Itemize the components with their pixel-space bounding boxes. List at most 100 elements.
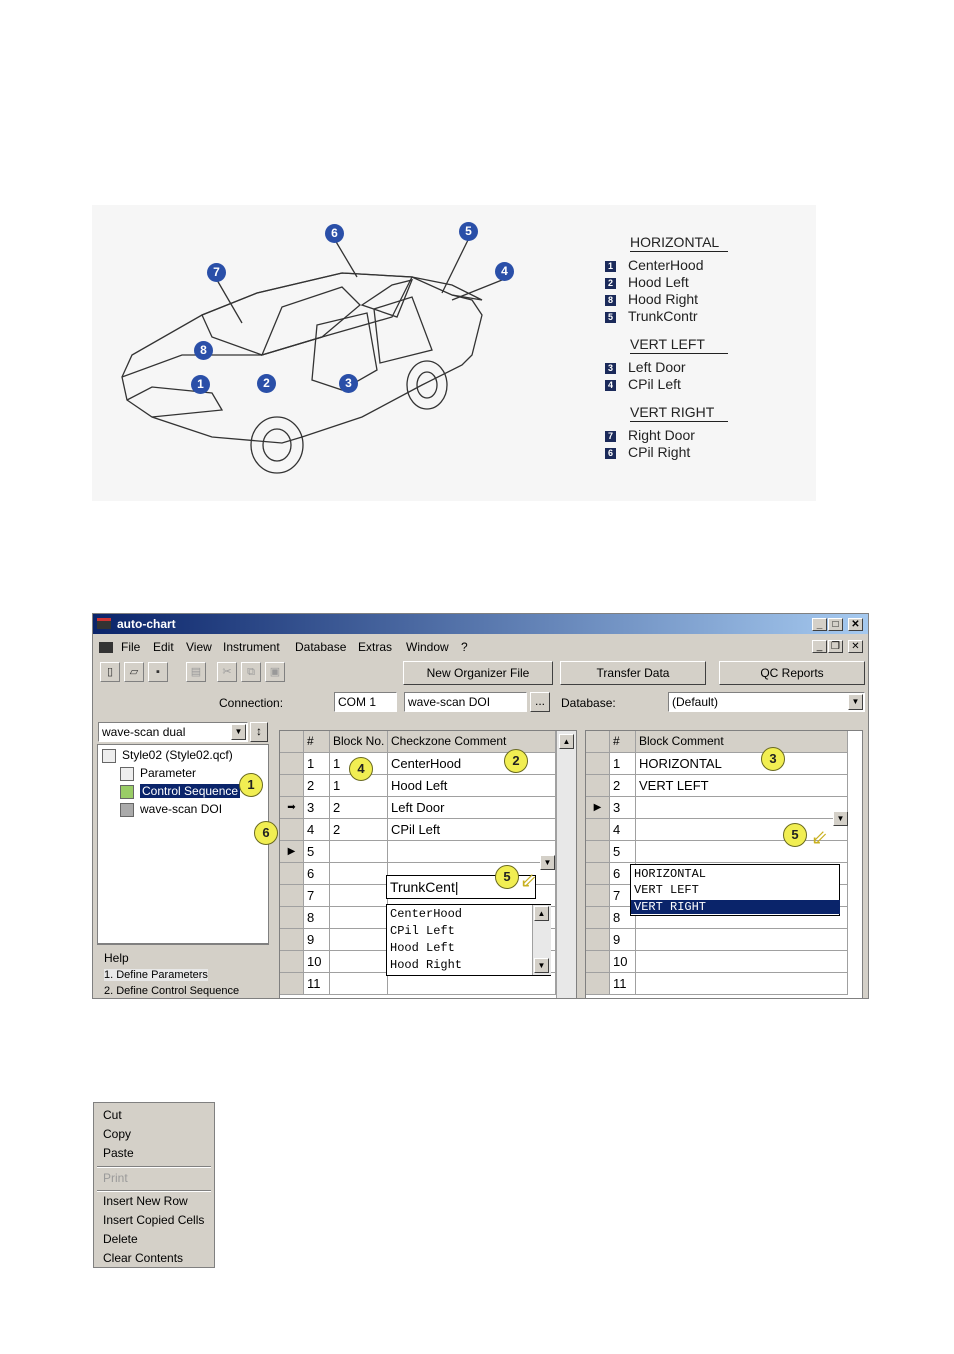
connection-port-field[interactable]: COM 1 <box>334 692 397 712</box>
row-selector[interactable] <box>586 973 610 995</box>
row-selector[interactable] <box>280 775 304 797</box>
grid-cell[interactable] <box>330 929 388 951</box>
row-selector[interactable] <box>586 929 610 951</box>
grid-cell[interactable]: 4 <box>304 819 330 841</box>
grid-cell[interactable] <box>330 863 388 885</box>
help-item[interactable]: 2. Define Control Sequence <box>104 985 239 997</box>
browse-button[interactable]: ... <box>530 692 550 712</box>
column-header[interactable]: Block Comment <box>636 731 848 753</box>
open-folder-icon[interactable]: ▱ <box>124 662 144 682</box>
grid-cell[interactable]: Hood Left <box>388 775 556 797</box>
tree-item-parameter[interactable]: Parameter <box>120 766 196 781</box>
help-item[interactable]: 1. Define Parameters <box>104 969 208 981</box>
grid-cell[interactable]: 3 <box>610 797 636 819</box>
grid-cell[interactable]: 2 <box>330 819 388 841</box>
grid-cell[interactable] <box>330 907 388 929</box>
scroll-down-icon[interactable]: ▼ <box>534 958 549 973</box>
qc-reports-button[interactable]: QC Reports <box>719 661 865 685</box>
menu-item-copy[interactable]: Copy <box>103 1127 131 1141</box>
grid-cell[interactable]: VERT LEFT <box>636 775 848 797</box>
grid-cell[interactable]: CenterHood <box>388 753 556 775</box>
grid-cell[interactable]: HORIZONTAL <box>636 753 848 775</box>
menu-item-insert-copied-cells[interactable]: Insert Copied Cells <box>103 1213 204 1227</box>
menu-item-clear-contents[interactable]: Clear Contents <box>103 1251 183 1265</box>
column-header[interactable]: Block No. <box>330 731 388 753</box>
grid-cell[interactable] <box>388 973 556 995</box>
grid-cell[interactable]: 5 <box>610 841 636 863</box>
grid-cell[interactable]: 11 <box>610 973 636 995</box>
grid-cell[interactable] <box>330 951 388 973</box>
cut-icon[interactable]: ✂ <box>217 662 237 682</box>
doc-restore-icon[interactable]: ❐ <box>828 640 843 653</box>
row-selector[interactable] <box>586 863 610 885</box>
grid-cell[interactable]: 3 <box>304 797 330 819</box>
dropdown-option[interactable]: CenterHood <box>390 907 462 921</box>
menu-extras[interactable]: Extras <box>358 640 392 654</box>
grid-cell[interactable]: CPil Left <box>388 819 556 841</box>
grid-cell[interactable]: 8 <box>304 907 330 929</box>
column-header[interactable]: # <box>304 731 330 753</box>
chevron-down-icon[interactable]: ▼ <box>848 694 863 710</box>
grid-cell[interactable] <box>636 951 848 973</box>
cell-dropdown-icon[interactable]: ▼ <box>833 811 848 826</box>
row-selector[interactable]: ▶ <box>280 841 304 863</box>
menu-item-paste[interactable]: Paste <box>103 1146 134 1160</box>
scroll-up-icon[interactable]: ▲ <box>559 734 574 749</box>
minimize-icon[interactable]: _ <box>812 618 827 631</box>
row-selector[interactable] <box>280 863 304 885</box>
tree-item-control-sequence[interactable]: Control Sequence <box>120 784 241 799</box>
copy-icon[interactable]: ⧉ <box>241 662 261 682</box>
grid-cell[interactable] <box>388 841 556 863</box>
dropdown-option[interactable]: Hood Right <box>390 958 462 972</box>
menu-window[interactable]: Window <box>406 640 449 654</box>
grid-cell[interactable]: 5 <box>304 841 330 863</box>
row-selector[interactable] <box>280 819 304 841</box>
sort-icon[interactable]: ↕ <box>250 722 268 742</box>
grid-cell[interactable]: 1 <box>304 753 330 775</box>
dropdown-option[interactable]: Hood Left <box>390 941 455 955</box>
row-selector[interactable] <box>586 775 610 797</box>
grid-cell[interactable]: 10 <box>304 951 330 973</box>
row-selector[interactable] <box>586 819 610 841</box>
grid-cell[interactable] <box>330 885 388 907</box>
grid-cell[interactable]: 10 <box>610 951 636 973</box>
dropdown-scrollbar[interactable]: ▲ ▼ <box>532 905 551 975</box>
grid-cell[interactable] <box>330 841 388 863</box>
row-selector[interactable]: ▶ <box>586 797 610 819</box>
tree-item-wave-scan[interactable]: wave-scan DOI <box>120 802 222 817</box>
menu-item-cut[interactable]: Cut <box>103 1108 122 1122</box>
menu-database[interactable]: Database <box>295 640 346 654</box>
menu-view[interactable]: View <box>186 640 212 654</box>
transfer-data-button[interactable]: Transfer Data <box>560 661 706 685</box>
row-selector[interactable] <box>280 929 304 951</box>
grid-cell[interactable]: 1 <box>610 753 636 775</box>
maximize-icon[interactable]: □ <box>828 618 843 631</box>
row-selector[interactable] <box>586 753 610 775</box>
grid-cell[interactable] <box>636 973 848 995</box>
row-selector[interactable] <box>280 951 304 973</box>
menu-item-print[interactable]: Print <box>103 1171 128 1185</box>
grid-cell[interactable]: 6 <box>304 863 330 885</box>
chevron-down-icon[interactable]: ▼ <box>231 724 246 740</box>
grid-cell[interactable] <box>636 797 848 819</box>
grid-cell[interactable]: 4 <box>610 819 636 841</box>
dropdown-option[interactable]: HORIZONTAL <box>634 867 706 881</box>
menu-edit[interactable]: Edit <box>153 640 174 654</box>
doc-minimize-icon[interactable]: _ <box>812 640 827 653</box>
grid-cell[interactable]: 2 <box>610 775 636 797</box>
dropdown-option-selected[interactable]: VERT RIGHT <box>631 900 840 914</box>
menu-help[interactable]: ? <box>461 640 468 654</box>
close-icon[interactable]: ✕ <box>848 618 863 631</box>
row-selector[interactable] <box>280 753 304 775</box>
menu-instrument[interactable]: Instrument <box>223 640 280 654</box>
scroll-up-icon[interactable]: ▲ <box>534 906 549 921</box>
grid-cell[interactable]: 7 <box>304 885 330 907</box>
menu-item-delete[interactable]: Delete <box>103 1232 138 1246</box>
doc-close-icon[interactable]: ✕ <box>848 640 863 653</box>
grid-cell[interactable] <box>636 929 848 951</box>
grid-cell[interactable] <box>330 973 388 995</box>
grid-scrollbar[interactable]: ▲ <box>556 731 576 998</box>
save-icon[interactable]: ▪ <box>148 662 168 682</box>
column-header[interactable]: Checkzone Comment <box>388 731 556 753</box>
row-selector[interactable] <box>586 907 610 929</box>
